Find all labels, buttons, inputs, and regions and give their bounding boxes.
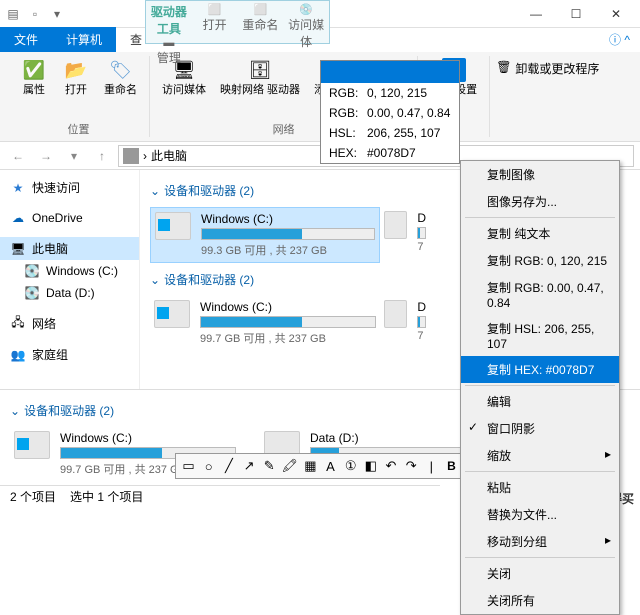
ctx-zoom[interactable]: 缩放 (461, 442, 619, 469)
sidebar-item-network[interactable]: 🖧网络 (0, 312, 139, 335)
maximize-button[interactable]: ☐ (556, 2, 596, 26)
ribbon-properties[interactable]: ✅属性 (14, 56, 54, 99)
pc-icon (123, 148, 139, 164)
ctx-paste[interactable]: 粘贴 (461, 474, 619, 501)
status-selection: 选中 1 个项目 (70, 488, 143, 505)
ribbon-group-label: 位置 (68, 119, 90, 137)
drive-item-partial[interactable]: D7 (380, 207, 430, 263)
color-swatch (321, 61, 459, 83)
sidebar-item-drive-c[interactable]: 💽Windows (C:) (0, 260, 139, 282)
ctx-save-as[interactable]: 图像另存为... (461, 188, 619, 215)
uninstall-icon: 🗑 (496, 60, 511, 74)
tab-file[interactable]: 文件 (0, 27, 52, 52)
nav-back[interactable]: ← (6, 144, 30, 168)
sidebar-item-thispc[interactable]: 🖥此电脑 (0, 237, 139, 260)
ribbon-open[interactable]: 📂打开 (56, 56, 96, 99)
ribbon-overlay: 驱动器工具▬管理 ⬜打开 ⬜重命名 💿访问媒体 (145, 0, 330, 44)
tool-rect-icon[interactable]: ▭ (180, 457, 197, 475)
qat-icon[interactable]: ▤ (4, 5, 22, 23)
sidebar-item-quick[interactable]: ★快速访问 (0, 176, 139, 199)
ctx-window-shadow[interactable]: 窗口阴影 (461, 415, 619, 442)
drive-icon (155, 212, 191, 240)
shape-toolbar: ▭ ○ ╱ ↗ ✎ 🖍 ▦ A ① ◧ ↶ ↷ | B (175, 453, 465, 479)
drive-icon (384, 211, 407, 239)
drive-item-c[interactable]: Windows (C:) 99.3 GB 可用 , 共 237 GB (150, 207, 380, 263)
tool-blur-icon[interactable]: ▦ (302, 457, 319, 475)
nav-recent[interactable]: ▾ (62, 144, 86, 168)
drive-icon (154, 300, 190, 328)
tool-pen-icon[interactable]: ✎ (261, 457, 278, 475)
tool-counter-icon[interactable]: ① (342, 457, 359, 475)
tool-redo-icon[interactable]: ↷ (403, 457, 420, 475)
minimize-button[interactable]: — (516, 2, 556, 26)
ctx-copy-text[interactable]: 复制 纯文本 (461, 220, 619, 247)
ctx-edit[interactable]: 编辑 (461, 388, 619, 415)
ctx-copy-image[interactable]: 复制图像 (461, 161, 619, 188)
tool-ellipse-icon[interactable]: ○ (200, 457, 217, 475)
overlay-drivetools[interactable]: 驱动器工具▬管理 (146, 1, 192, 43)
tool-arrow-icon[interactable]: ↗ (240, 457, 257, 475)
color-info-box: RGB:0, 120, 215 RGB:0.00, 0.47, 0.84 HSL… (320, 60, 460, 164)
nav-forward[interactable]: → (34, 144, 58, 168)
close-button[interactable]: ✕ (596, 2, 636, 26)
drive-item-partial[interactable]: D7 (380, 296, 430, 350)
overlay-open[interactable]: ⬜打开 (192, 1, 238, 43)
tool-marker-icon[interactable]: 🖍 (281, 457, 299, 475)
sidebar-item-onedrive[interactable]: ☁OneDrive (0, 207, 139, 229)
context-menu: 复制图像 图像另存为... 复制 纯文本 复制 RGB: 0, 120, 215… (460, 160, 620, 615)
drive-icon (384, 300, 407, 328)
nav-sidebar: ★快速访问 ☁OneDrive 🖥此电脑 💽Windows (C:) 💽Data… (0, 170, 140, 389)
ribbon-uninstall[interactable]: 🗑 卸载或更改程序 (490, 56, 605, 137)
drive-icon (14, 431, 50, 459)
ribbon-rename[interactable]: 🏷重命名 (98, 56, 143, 99)
ctx-copy-rgb[interactable]: 复制 RGB: 0, 120, 215 (461, 247, 619, 274)
drive-item-c[interactable]: Windows (C:) 99.7 GB 可用 , 共 237 GB (150, 296, 380, 350)
ribbon-group-label: 网络 (273, 119, 295, 137)
sidebar-item-drive-d[interactable]: 💽Data (D:) (0, 282, 139, 304)
ctx-copy-hsl[interactable]: 复制 HSL: 206, 255, 107 (461, 315, 619, 356)
overlay-rename[interactable]: ⬜重命名 (238, 1, 284, 43)
ctx-move-to[interactable]: 移动到分组 (461, 528, 619, 555)
status-bar: 2 个项目 选中 1 个项目 (0, 485, 440, 507)
ctx-copy-hex[interactable]: 复制 HEX: #0078D7 (461, 356, 619, 383)
tool-line-icon[interactable]: ╱ (220, 457, 237, 475)
tool-b-icon[interactable]: B (443, 457, 460, 475)
tool-sep: | (423, 457, 440, 475)
ctx-close[interactable]: 关闭 (461, 560, 619, 587)
status-items: 2 个项目 (10, 488, 56, 505)
ctx-close-all[interactable]: 关闭所有 (461, 587, 619, 614)
overlay-media[interactable]: 💿访问媒体 (283, 1, 329, 43)
nav-up[interactable]: ↑ (90, 144, 114, 168)
ribbon-mapdrive[interactable]: 🗄映射网络 驱动器 (214, 56, 306, 99)
qat-icon[interactable]: ▫ (26, 5, 44, 23)
tool-undo-icon[interactable]: ↶ (382, 457, 399, 475)
sidebar-item-homegroup[interactable]: 👥家庭组 (0, 343, 139, 366)
qat-dropdown-icon[interactable]: ▾ (48, 5, 66, 23)
tool-eraser-icon[interactable]: ◧ (362, 457, 379, 475)
tool-text-icon[interactable]: A (322, 457, 339, 475)
ribbon-help-icon[interactable]: ⓘ ^ (599, 27, 640, 52)
ctx-copy-rgbf[interactable]: 复制 RGB: 0.00, 0.47, 0.84 (461, 274, 619, 315)
ctx-replace[interactable]: 替换为文件... (461, 501, 619, 528)
tab-computer[interactable]: 计算机 (52, 27, 116, 52)
